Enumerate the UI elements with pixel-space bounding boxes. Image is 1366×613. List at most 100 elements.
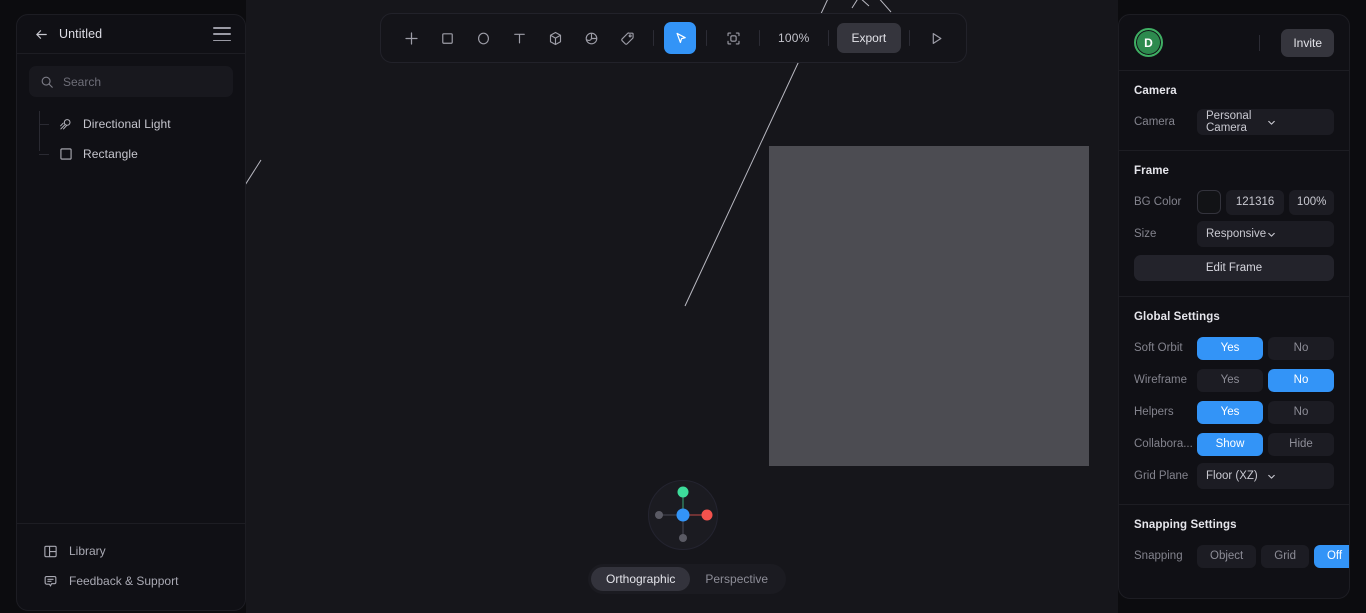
export-button[interactable]: Export bbox=[836, 23, 902, 53]
sidebar-item-feedback-support[interactable]: Feedback & Support bbox=[29, 566, 233, 596]
wireframe-yes[interactable]: Yes bbox=[1197, 368, 1263, 392]
projection-toggle[interactable]: Orthographic Perspective bbox=[588, 564, 787, 594]
snapping-grid[interactable]: Grid bbox=[1261, 544, 1309, 568]
cube-icon[interactable] bbox=[539, 22, 571, 54]
gizmo-center bbox=[676, 508, 690, 522]
text-icon[interactable] bbox=[503, 22, 535, 54]
sidebar-body: Search Directional Light Rectangle bbox=[17, 54, 245, 523]
size-label: Size bbox=[1134, 228, 1157, 240]
collaborators-hide[interactable]: Hide bbox=[1268, 432, 1334, 456]
snapping-settings-title: Snapping Settings bbox=[1134, 519, 1237, 531]
sidebar-header: Untitled bbox=[17, 15, 245, 54]
gizmo-neg-y-axis bbox=[679, 534, 687, 542]
directional-light-icon bbox=[57, 116, 74, 133]
camera-select[interactable]: Personal Camera bbox=[1197, 109, 1334, 135]
search-placeholder: Search bbox=[63, 74, 102, 89]
axis-gizmo[interactable] bbox=[648, 480, 718, 550]
soft-orbit-yes[interactable]: Yes bbox=[1197, 336, 1263, 360]
grid-plane-value: Floor (XZ) bbox=[1206, 470, 1258, 482]
tree-item-directional-light[interactable]: Directional Light bbox=[35, 109, 233, 139]
frame-section-title: Frame bbox=[1134, 165, 1170, 177]
play-icon[interactable] bbox=[920, 22, 952, 54]
camera-section: Camera Camera Personal Camera bbox=[1119, 71, 1349, 151]
right-panel: D Invite Camera Camera Personal Camera F… bbox=[1118, 14, 1350, 599]
gizmo-y-axis bbox=[677, 486, 689, 498]
toolbar-divider bbox=[909, 30, 911, 46]
wireframe-no[interactable]: No bbox=[1268, 368, 1334, 392]
back-arrow-icon[interactable] bbox=[33, 26, 49, 42]
bg-color-opacity-value: 100% bbox=[1296, 196, 1327, 208]
collaborators-segmented: Show Hide bbox=[1197, 432, 1334, 456]
frame-section: Frame BG Color 121316 100% Size Responsi… bbox=[1119, 151, 1349, 297]
helpers-label: Helpers bbox=[1134, 406, 1174, 418]
left-sidebar: Untitled Search Directional Light Rectan… bbox=[16, 14, 246, 611]
circle-icon[interactable] bbox=[467, 22, 499, 54]
global-settings-section: Global Settings Soft Orbit Yes No Wirefr… bbox=[1119, 297, 1349, 505]
tree-item-rectangle[interactable]: Rectangle bbox=[35, 139, 233, 169]
chevron-down-icon bbox=[1266, 229, 1325, 240]
collaborators-show[interactable]: Show bbox=[1197, 432, 1263, 456]
gizmo-neg-x-axis bbox=[655, 511, 663, 519]
snapping-segmented: Object Grid Off bbox=[1197, 544, 1349, 568]
axis-gizmo-svg bbox=[655, 486, 713, 542]
zoom-level[interactable]: 100% bbox=[768, 31, 820, 45]
projection-orthographic[interactable]: Orthographic bbox=[591, 567, 691, 591]
add-icon[interactable] bbox=[395, 22, 427, 54]
top-toolbar: 100% Export bbox=[380, 13, 968, 63]
hamburger-menu-icon[interactable] bbox=[213, 27, 231, 41]
soft-orbit-segmented: Yes No bbox=[1197, 336, 1334, 360]
toolbar-divider bbox=[706, 30, 707, 46]
sidebar-item-library[interactable]: Library bbox=[29, 536, 233, 566]
wireframe-row: Wireframe Yes No bbox=[1134, 367, 1334, 393]
sidebar-item-label: Feedback & Support bbox=[69, 574, 179, 588]
header-divider bbox=[1259, 34, 1261, 51]
tree-item-label: Directional Light bbox=[83, 117, 171, 131]
wireframe-label: Wireframe bbox=[1134, 374, 1188, 386]
soft-orbit-no[interactable]: No bbox=[1268, 336, 1334, 360]
helpers-yes[interactable]: Yes bbox=[1197, 400, 1263, 424]
invite-button[interactable]: Invite bbox=[1281, 28, 1334, 57]
tag-icon[interactable] bbox=[611, 22, 643, 54]
tree-item-label: Rectangle bbox=[83, 147, 138, 161]
bg-color-hex-input[interactable]: 121316 bbox=[1225, 189, 1285, 215]
sphere-icon[interactable] bbox=[575, 22, 607, 54]
grid-plane-select[interactable]: Floor (XZ) bbox=[1197, 463, 1334, 489]
camera-section-title: Camera bbox=[1134, 85, 1177, 97]
search-input[interactable]: Search bbox=[29, 66, 233, 97]
cursor-arrow-icon[interactable] bbox=[664, 22, 696, 54]
camera-label: Camera bbox=[1134, 116, 1175, 128]
library-panel-icon bbox=[42, 543, 58, 559]
camera-select-value: Personal Camera bbox=[1206, 110, 1252, 134]
wireframe-segmented: Yes No bbox=[1197, 368, 1334, 392]
toolbar-divider bbox=[827, 30, 829, 46]
frame-select-icon[interactable] bbox=[717, 22, 749, 54]
rectangle-icon[interactable] bbox=[431, 22, 463, 54]
snapping-object[interactable]: Object bbox=[1197, 544, 1257, 568]
bg-color-swatch[interactable] bbox=[1197, 190, 1221, 214]
bg-color-opacity-input[interactable]: 100% bbox=[1289, 189, 1334, 215]
sidebar-footer: Library Feedback & Support bbox=[17, 523, 245, 610]
app-root: Orthographic Perspective Untitled Search bbox=[0, 0, 1366, 613]
avatar[interactable]: D bbox=[1134, 28, 1163, 57]
size-select[interactable]: Responsive bbox=[1197, 221, 1334, 247]
soft-orbit-row: Soft Orbit Yes No bbox=[1134, 335, 1334, 361]
helpers-segmented: Yes No bbox=[1197, 400, 1334, 424]
scene-tree: Directional Light Rectangle bbox=[29, 109, 233, 169]
helpers-row: Helpers Yes No bbox=[1134, 399, 1334, 425]
helpers-no[interactable]: No bbox=[1268, 400, 1334, 424]
toolbar-divider bbox=[653, 30, 654, 46]
global-settings-title: Global Settings bbox=[1134, 311, 1220, 323]
chevron-down-icon bbox=[1266, 117, 1326, 128]
right-panel-header: D Invite bbox=[1119, 15, 1349, 71]
search-icon bbox=[40, 75, 54, 89]
bg-color-label: BG Color bbox=[1134, 196, 1182, 208]
size-row: Size Responsive bbox=[1134, 221, 1334, 247]
bg-color-row: BG Color 121316 100% bbox=[1134, 189, 1334, 215]
bg-color-hex-value: 121316 bbox=[1235, 196, 1275, 208]
edit-frame-button[interactable]: Edit Frame bbox=[1134, 255, 1334, 281]
snapping-off[interactable]: Off bbox=[1313, 544, 1349, 568]
document-title[interactable]: Untitled bbox=[59, 27, 203, 41]
chevron-down-icon bbox=[1266, 471, 1326, 482]
projection-perspective[interactable]: Perspective bbox=[690, 567, 783, 591]
rectangle-object[interactable] bbox=[769, 146, 1089, 466]
